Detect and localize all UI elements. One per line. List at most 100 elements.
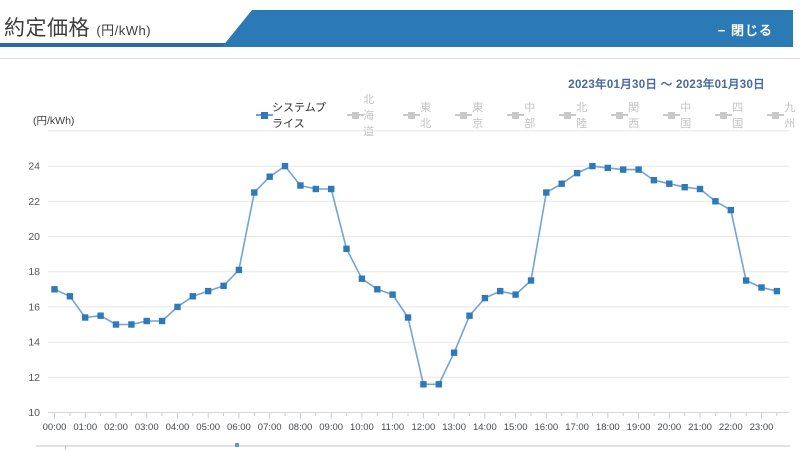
data-point-marker[interactable] — [742, 277, 750, 284]
x-axis-tick-label: 22:00 — [719, 422, 743, 433]
jepx-price-page: 約定価格 (円/kWh) − 閉じる 2023年01月30日 〜 2023年01… — [0, 0, 800, 450]
title-underline — [0, 43, 228, 47]
x-axis-tick-label: 23:00 — [750, 422, 774, 433]
y-axis-tick-label: 24 — [28, 161, 40, 173]
data-point-marker[interactable] — [251, 189, 258, 196]
x-axis-tick-label: 04:00 — [166, 422, 190, 433]
data-point-marker[interactable] — [112, 321, 120, 328]
y-axis-tick-label: 12 — [28, 372, 40, 384]
data-point-marker[interactable] — [374, 286, 381, 293]
data-point-marker[interactable] — [681, 184, 688, 191]
data-point-marker[interactable] — [358, 275, 366, 282]
y-axis-tick-label: 16 — [28, 301, 40, 313]
series-line-システムプライス — [54, 165, 778, 386]
x-axis-tick-label: 08:00 — [289, 422, 313, 433]
data-point-marker[interactable] — [174, 303, 181, 311]
x-axis-tick-label: 15:00 — [504, 422, 528, 433]
legend-series-marker-icon — [256, 111, 273, 120]
legend-series-marker-icon — [347, 111, 365, 120]
data-point-marker[interactable] — [281, 162, 289, 170]
data-point-marker[interactable] — [543, 189, 550, 196]
x-axis-tick-label: 07:00 — [258, 422, 282, 433]
data-point-marker[interactable] — [312, 185, 319, 193]
x-axis-tick-label: 16:00 — [534, 422, 558, 433]
close-button[interactable]: − 閉じる — [718, 20, 773, 39]
data-point-marker[interactable] — [143, 317, 150, 325]
chart-canvas: 10 12 14 16 18 20 22 24 00:00 01:00 02:00 03:00 04:0… — [28, 130, 789, 433]
next-section-marker — [235, 443, 239, 447]
data-point-marker[interactable] — [773, 287, 781, 295]
data-point-marker[interactable] — [389, 291, 396, 298]
x-axis-tick-label: 10:00 — [350, 422, 374, 433]
legend-series-marker-icon — [507, 111, 524, 120]
data-point-marker[interactable] — [420, 381, 427, 388]
data-point-marker[interactable] — [343, 245, 350, 252]
legend-series-marker-icon — [715, 111, 732, 120]
data-point-marker[interactable] — [97, 312, 104, 319]
data-point-marker[interactable] — [696, 185, 704, 193]
data-point-marker[interactable] — [51, 286, 58, 293]
data-point-marker[interactable] — [466, 312, 473, 319]
data-point-marker[interactable] — [497, 287, 504, 295]
date-range-label: 2023年01月30日 〜 2023年01月30日 — [568, 79, 765, 91]
x-axis-tick-label: 06:00 — [227, 422, 251, 433]
x-axis-tick-label: 13:00 — [442, 422, 466, 433]
legend-series-marker-icon — [663, 111, 680, 120]
x-axis-tick-label: 09:00 — [319, 422, 343, 433]
data-point-marker[interactable] — [620, 166, 627, 173]
data-point-marker[interactable] — [604, 164, 611, 172]
y-axis-tick-label: 10 — [28, 407, 40, 419]
data-point-marker[interactable] — [573, 169, 581, 177]
chart-legend: システムプライス 北海道 東北 東京 中部 北陸 関西 中国 四国 九州 — [256, 94, 800, 138]
x-axis-tick-label: 03:00 — [135, 422, 159, 433]
data-point-marker[interactable] — [404, 314, 412, 321]
legend-series-marker-icon — [455, 111, 472, 120]
page-title: 約定価格 (円/kWh) — [4, 12, 151, 42]
page-title-unit: (円/kWh) — [96, 23, 152, 38]
legend-series-marker-icon — [611, 111, 628, 120]
data-point-marker[interactable] — [189, 293, 196, 300]
data-point-marker[interactable] — [712, 198, 719, 205]
y-axis-tick-label: 20 — [28, 231, 40, 243]
x-axis-tick-label: 00:00 — [43, 422, 67, 433]
data-point-marker[interactable] — [650, 177, 658, 184]
data-point-marker[interactable] — [666, 180, 673, 187]
data-point-marker[interactable] — [727, 206, 734, 214]
data-point-marker[interactable] — [158, 317, 166, 325]
data-point-marker[interactable] — [235, 266, 243, 274]
x-axis-tick-label: 12:00 — [411, 422, 435, 433]
data-point-marker[interactable] — [435, 381, 442, 388]
data-point-marker[interactable] — [205, 287, 212, 295]
data-point-marker[interactable] — [220, 282, 227, 289]
data-point-marker[interactable] — [527, 277, 535, 284]
data-point-marker[interactable] — [558, 180, 565, 187]
y-axis-tick-label: 22 — [28, 196, 40, 208]
data-point-marker[interactable] — [328, 185, 335, 193]
x-axis-tick-label: 01:00 — [73, 422, 97, 433]
legend-series-marker-icon — [559, 111, 576, 120]
legend-series-marker-icon — [403, 111, 420, 120]
x-axis-tick-label: 19:00 — [627, 422, 651, 433]
data-point-marker[interactable] — [297, 182, 304, 189]
data-point-marker[interactable] — [635, 166, 642, 173]
x-axis-tick-label: 14:00 — [473, 422, 497, 433]
data-point-marker[interactable] — [82, 314, 89, 321]
x-axis-tick-label: 20:00 — [657, 422, 681, 433]
data-point-marker[interactable] — [589, 162, 596, 170]
x-axis-tick-label: 02:00 — [104, 422, 128, 433]
price-line-chart: 10 12 14 16 18 20 22 24 00:00 01:00 02:00 03:00 04:0… — [0, 125, 800, 445]
data-point-marker[interactable] — [481, 294, 489, 302]
data-point-marker[interactable] — [266, 173, 273, 180]
x-axis-tick-label: 18:00 — [596, 422, 620, 433]
next-section-tick — [65, 445, 66, 450]
x-axis-tick-label: 11:00 — [381, 422, 404, 433]
data-point-marker[interactable] — [758, 284, 765, 291]
data-point-marker[interactable] — [128, 321, 135, 328]
data-point-marker[interactable] — [512, 291, 519, 298]
page-header: 約定価格 (円/kWh) − 閉じる — [0, 0, 800, 59]
data-point-marker[interactable] — [450, 349, 458, 356]
data-point-marker[interactable] — [66, 293, 74, 300]
y-axis-tick-label: 18 — [28, 266, 40, 278]
y-axis-tick-label: 14 — [28, 337, 40, 349]
x-axis-tick-label: 21:00 — [688, 422, 712, 433]
